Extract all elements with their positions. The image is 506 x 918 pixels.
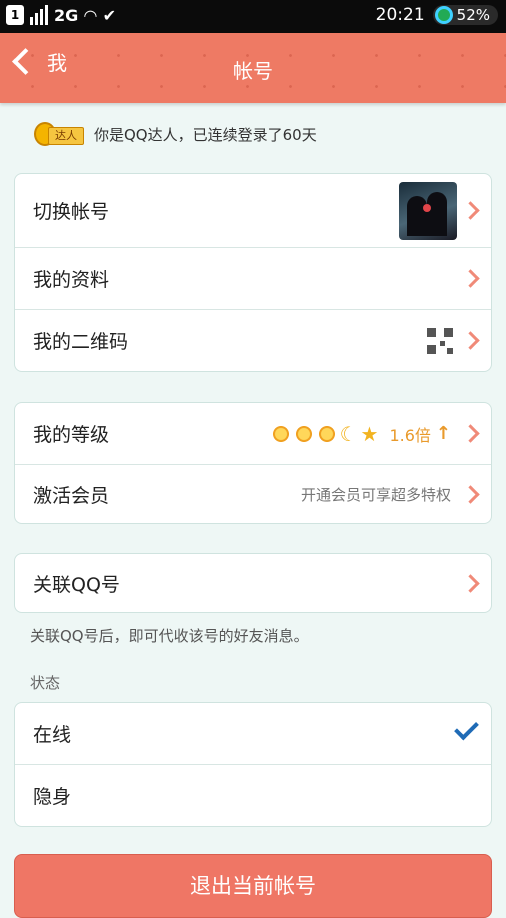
status-online-row[interactable]: 在线	[15, 703, 491, 765]
wifi-icon: ◠	[84, 5, 97, 25]
sun-icon	[293, 423, 314, 444]
logout-button[interactable]: 退出当前帐号	[14, 854, 492, 918]
battery-icon	[434, 6, 453, 24]
avatar	[399, 182, 457, 240]
status-online-label: 在线	[33, 724, 72, 746]
member-hint: 开通会员可享超多特权	[300, 485, 451, 504]
account-card: 切换帐号 我的资料 我的二维码	[14, 173, 492, 372]
network-type: 2G	[54, 5, 79, 25]
status-invisible-row[interactable]: 隐身	[15, 765, 491, 826]
clock: 20:21	[375, 5, 425, 25]
checkmark-icon	[454, 715, 479, 741]
battery-percent: 52%	[456, 6, 490, 24]
qq-talent-banner: 达人 你是QQ达人，已连续登录了60天	[34, 122, 317, 146]
my-qrcode-row[interactable]: 我的二维码	[15, 310, 491, 371]
link-qq-note: 关联QQ号后，即可代收该号的好友消息。	[30, 627, 309, 645]
status-bar: 1 2G ◠ ✔ 20:21 52%	[0, 0, 506, 33]
signal-icon	[30, 5, 48, 25]
my-level-label: 我的等级	[33, 424, 110, 446]
status-card: 在线 隐身	[14, 702, 492, 827]
level-multiplier: 1.6倍	[389, 425, 431, 445]
moon-icon: ☾	[339, 421, 358, 446]
chevron-right-icon	[461, 201, 480, 220]
switch-account-row[interactable]: 切换帐号	[15, 174, 491, 248]
activate-member-label: 激活会员	[33, 484, 110, 507]
chevron-right-icon	[461, 484, 480, 504]
notification-icon: ✔	[102, 5, 116, 25]
my-qrcode-label: 我的二维码	[33, 331, 129, 353]
level-card: 我的等级 ☾ ★ 1.6倍 ↑ 激活会员 开通会员可享超多特权	[14, 402, 492, 524]
qrcode-icon	[427, 327, 453, 354]
arrow-up-icon: ↑	[435, 423, 451, 444]
chevron-right-icon	[461, 424, 480, 443]
chevron-right-icon	[461, 331, 480, 350]
sun-icon	[270, 423, 291, 444]
star-icon: ★	[360, 421, 379, 446]
my-profile-row[interactable]: 我的资料	[15, 248, 491, 310]
activate-member-row[interactable]: 激活会员 开通会员可享超多特权	[15, 465, 491, 523]
status-invisible-label: 隐身	[33, 786, 72, 808]
link-qq-row[interactable]: 关联QQ号	[15, 554, 491, 612]
page-title: 帐号	[233, 59, 273, 83]
sun-icon	[316, 423, 337, 444]
switch-account-label: 切换帐号	[33, 201, 110, 223]
talent-message: 你是QQ达人，已连续登录了60天	[94, 125, 317, 144]
battery-indicator: 52%	[432, 5, 498, 25]
my-profile-label: 我的资料	[33, 269, 110, 291]
level-indicator: ☾ ★ 1.6倍 ↑	[270, 421, 451, 446]
chevron-right-icon	[461, 573, 480, 593]
chevron-right-icon	[461, 269, 480, 288]
talent-badge-text: 达人	[48, 127, 84, 145]
talent-badge: 达人	[34, 122, 84, 146]
status-section-title: 状态	[30, 674, 61, 692]
link-qq-card: 关联QQ号	[14, 553, 492, 613]
nav-header: 我 帐号	[0, 33, 506, 103]
my-level-row[interactable]: 我的等级 ☾ ★ 1.6倍 ↑	[15, 403, 491, 465]
link-qq-label: 关联QQ号	[33, 573, 120, 596]
sim-icon: 1	[6, 5, 24, 25]
